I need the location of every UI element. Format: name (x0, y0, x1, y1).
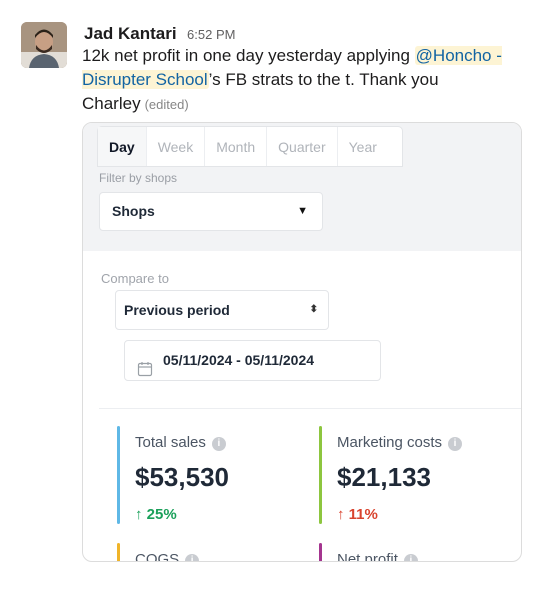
metric-label: Net profit i (337, 551, 418, 561)
shop-select[interactable]: Shops ▼ (99, 192, 323, 231)
tab-day[interactable]: Day (98, 127, 147, 166)
attached-image[interactable]: Day Week Month Quarter Year Filter by sh… (82, 122, 522, 562)
metric-value: $53,530 (135, 462, 229, 492)
period-tabs: Day Week Month Quarter Year (97, 126, 403, 167)
updown-chevron-icon: ⬍ (309, 304, 318, 315)
info-icon[interactable]: i (185, 554, 200, 561)
message-text: 12k net profit in one day yesterday appl… (82, 46, 415, 65)
metric-color-bar (319, 426, 322, 524)
calendar-icon (137, 353, 153, 392)
period-select[interactable]: Previous period ⬍ (115, 290, 329, 330)
info-icon[interactable]: i (448, 437, 463, 451)
author-name[interactable]: Jad Kantari (84, 24, 177, 43)
metric-change: ↑ 25% (135, 506, 177, 523)
metric-change: ↑ 11% (337, 506, 378, 523)
message-header: Jad Kantari 6:52 PM (84, 24, 235, 44)
avatar[interactable] (21, 22, 67, 68)
date-range-picker[interactable]: 05/11/2024 - 05/11/2024 (124, 340, 381, 381)
tab-year[interactable]: Year (338, 127, 388, 166)
message-timestamp[interactable]: 6:52 PM (187, 27, 235, 42)
date-range-value: 05/11/2024 - 05/11/2024 (163, 352, 315, 368)
metric-value: $21,133 (337, 462, 431, 492)
metric-label: Total sales i (135, 434, 226, 451)
tab-month[interactable]: Month (205, 127, 268, 166)
divider (99, 408, 521, 409)
metric-label: COGS i (135, 551, 200, 561)
filter-label: Filter by shops (99, 171, 178, 185)
tab-week[interactable]: Week (147, 127, 206, 166)
metric-color-bar (117, 543, 120, 561)
metric-color-bar (117, 426, 120, 524)
metric-label: Marketing costs i (337, 434, 463, 451)
period-select-value: Previous period (124, 302, 230, 318)
compare-label: Compare to (101, 271, 169, 286)
edited-label: (edited) (144, 97, 189, 112)
shop-select-value: Shops (112, 203, 155, 219)
tab-quarter[interactable]: Quarter (267, 127, 338, 166)
message-body: 12k net profit in one day yesterday appl… (82, 44, 528, 117)
info-icon[interactable]: i (211, 437, 226, 451)
info-icon[interactable]: i (403, 554, 418, 561)
chevron-down-icon: ▼ (297, 205, 308, 217)
metric-color-bar (319, 543, 322, 561)
